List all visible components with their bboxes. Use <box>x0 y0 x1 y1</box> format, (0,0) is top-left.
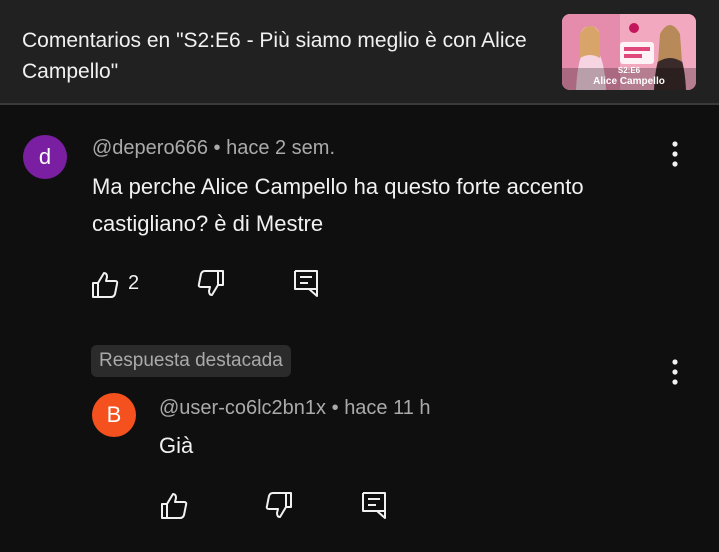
video-thumbnail[interactable]: S2:E6 Alice Campello <box>562 14 696 90</box>
thumbs-up-icon[interactable] <box>90 270 120 300</box>
avatar[interactable]: B <box>92 393 136 437</box>
reply-time: hace 11 h <box>344 397 431 419</box>
reply-comment-icon[interactable] <box>359 490 389 520</box>
meta-separator: • <box>326 397 345 419</box>
comments-header: Comentarios en "S2:E6 - Più siamo meglio… <box>0 0 719 105</box>
thumbs-up-icon[interactable] <box>159 491 189 521</box>
reply-comment-icon[interactable] <box>291 268 321 298</box>
comment-author[interactable]: @depero666 <box>92 137 208 159</box>
thumbs-down-icon[interactable] <box>264 490 294 520</box>
thumbs-down-icon[interactable] <box>196 268 226 298</box>
thumbnail-name: Alice Campello <box>593 76 665 87</box>
reply-meta: @user-co6lc2bn1x • hace 11 h <box>159 397 431 420</box>
comment-text: Ma perche Alice Campello ha questo forte… <box>92 174 584 236</box>
like-count: 2 <box>128 272 140 294</box>
comment-time: hace 2 sem. <box>226 137 336 159</box>
thumbnail-caption: S2:E6 Alice Campello <box>562 65 696 87</box>
avatar[interactable]: d <box>23 135 67 179</box>
meta-separator: • <box>207 137 227 159</box>
comments-title: Comentarios en "S2:E6 - Più siamo meglio… <box>22 29 527 83</box>
reply-text: Già <box>159 433 194 458</box>
thumbnail-episode: S2:E6 <box>617 66 641 75</box>
comment-meta: @depero666 • hace 2 sem. <box>92 137 335 160</box>
highlighted-reply-badge: Respuesta destacada <box>91 345 291 377</box>
more-vertical-icon[interactable] <box>663 138 687 170</box>
more-vertical-icon[interactable] <box>663 356 687 388</box>
reply-author[interactable]: @user-co6lc2bn1x <box>159 397 326 419</box>
